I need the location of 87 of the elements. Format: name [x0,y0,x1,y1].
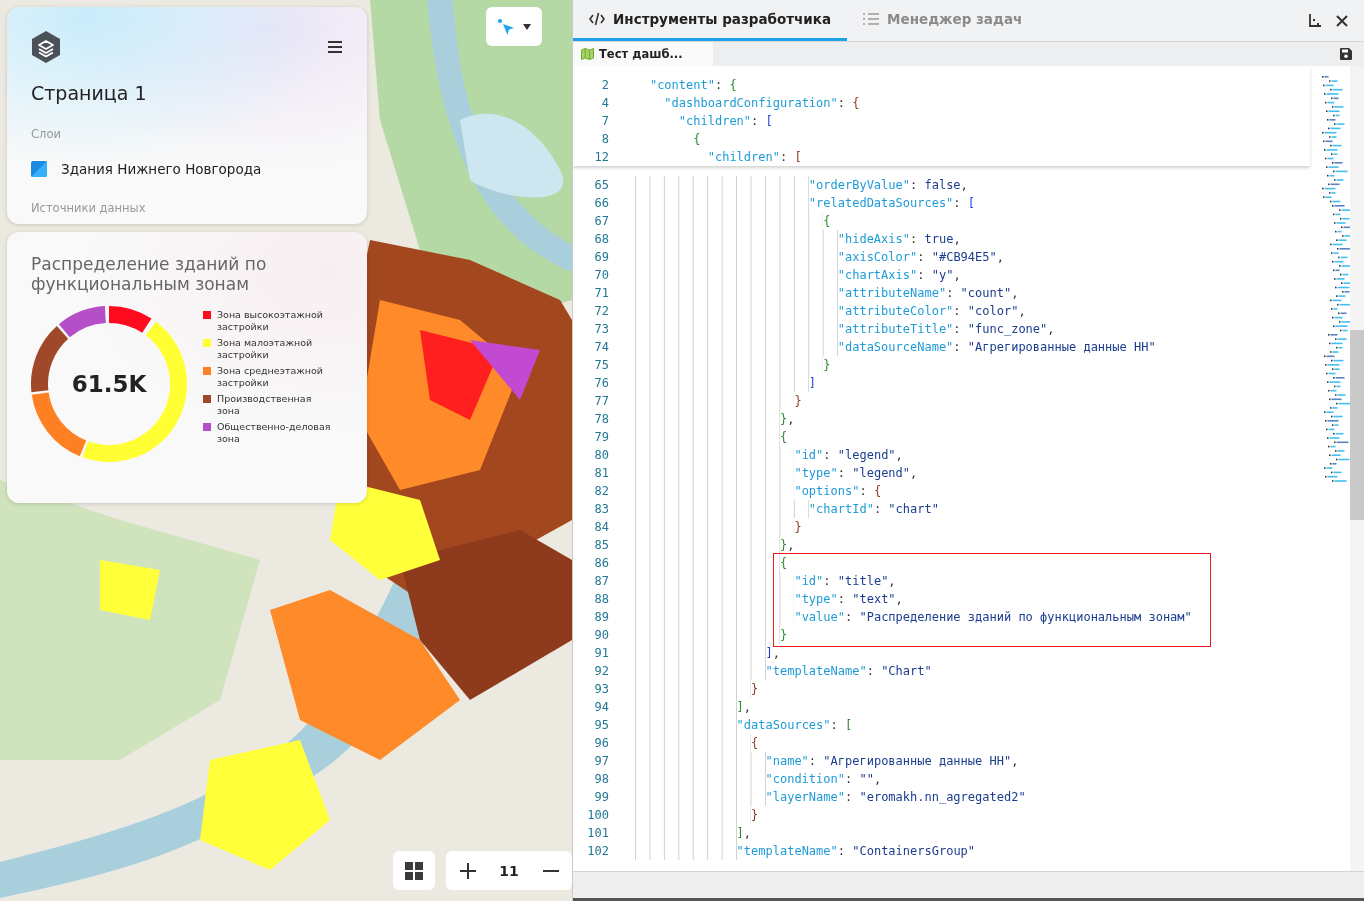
line-number: 68 [593,231,609,248]
line-number: 93 [593,681,609,698]
zoom-level: 11 [498,862,520,879]
line-number: 2 [600,77,609,94]
line-number: 90 [593,627,609,644]
line-number: 86 [593,555,609,572]
logo-icon [31,31,61,63]
data-sources-label: Источники данных [31,201,147,215]
line-number: 71 [593,285,609,302]
line-number: 89 [593,609,609,626]
cursor-icon [497,17,515,36]
code-line: "templateName": "ContainersGroup" [621,842,976,860]
code-line: "dashboardConfiguration": { [663,95,860,112]
code-line: "templateName": "Chart" [621,662,932,680]
code-line: "dataSources": [ [621,716,853,734]
line-number: 99 [593,789,609,806]
legend-label: Зона среднеэтажной застройки [217,365,324,389]
code-line: "value": "Распределение зданий по функциональным зонам" [621,608,1192,626]
line-number: 85 [593,537,609,554]
line-number: 96 [593,735,609,752]
line-number: 88 [593,591,609,608]
line-number: 76 [593,375,609,392]
line-number: 75 [593,357,609,374]
line-number: 4 [600,95,609,112]
code-icon [589,12,605,26]
line-number: 70 [593,267,609,284]
line-number: 100 [586,807,609,824]
line-number: 78 [593,411,609,428]
save-icon[interactable] [1340,48,1352,60]
select-tool-button[interactable] [486,7,542,46]
code-line: "content": { [648,77,737,94]
grid-button[interactable] [393,851,435,890]
line-number: 95 [593,717,609,734]
minus-icon [542,869,559,872]
dock-icon[interactable] [1308,13,1322,28]
code-line: "dataSourceName": "Агрегированные данные НН" [621,338,1156,356]
line-number: 83 [593,501,609,518]
line-number: 73 [593,321,609,338]
layer-name[interactable]: Здания Нижнего Новгорода [61,161,262,177]
line-number: 102 [586,843,609,860]
line-number: 74 [593,339,609,356]
layers-label: Слои [31,127,62,141]
caret-icon [523,23,531,30]
menu-icon[interactable] [327,40,343,54]
line-number: 67 [593,213,609,230]
line-number: 69 [593,249,609,266]
code-line: "layerName": "eromakh.nn_agregated2" [621,788,1026,806]
line-number: 8 [600,131,609,148]
code-line: "children": [ [677,113,773,130]
line-number: 84 [593,519,609,536]
line-number: 91 [593,645,609,662]
line-number: 77 [593,393,609,410]
line-number: 97 [593,753,609,770]
code-line: "attributeTitle": "func_zone", [621,320,1055,338]
code-line: "relatedDataSources": [ [621,194,976,212]
line-number: 80 [593,447,609,464]
code-line: "children": [ [706,149,802,166]
line-number: 72 [593,303,609,320]
line-number: 81 [593,465,609,482]
grid-icon [405,861,423,880]
line-number: 65 [593,177,609,194]
scrollbar-thumb[interactable] [1350,330,1364,520]
file-tab[interactable]: Тест дашб... [573,42,713,66]
layer-icon [31,161,47,177]
line-number: 101 [586,825,609,842]
line-number: 82 [593,483,609,500]
code-line: { [692,131,701,148]
code-line: "name": "Агрегированные данные НН", [621,752,1019,770]
close-icon[interactable] [1336,14,1348,27]
line-number: 7 [600,113,609,130]
total-value: 61.5K [70,370,148,399]
plus-icon [459,862,476,879]
map-icon [581,48,594,60]
line-number: 79 [593,429,609,446]
list-icon [863,12,880,26]
line-number: 12 [593,149,609,166]
line-number: 87 [593,573,609,590]
line-number: 98 [593,771,609,788]
legend-label: Общественно-деловая зона [217,421,332,445]
chart-title: Распределение зданий по функциональным зонам [31,254,268,294]
line-number: 66 [593,195,609,212]
line-number: 94 [593,699,609,716]
legend-label: Зона высокоэтажной застройки [217,309,324,333]
legend-label: Зона малоэтажной застройки [217,337,314,361]
page-title: Страница 1 [31,81,148,105]
legend-label: Производственная зона [217,393,313,417]
line-number: 92 [593,663,609,680]
